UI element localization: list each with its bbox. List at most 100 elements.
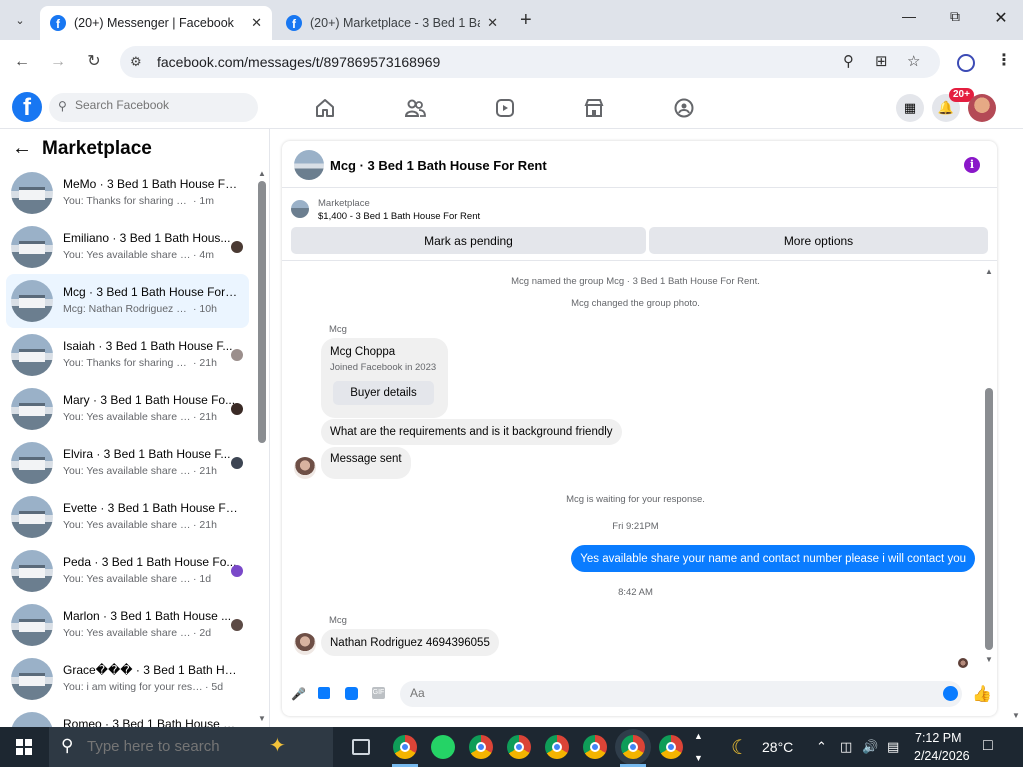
message-input[interactable] (410, 686, 910, 700)
thumbs-up-icon[interactable]: 👍 (972, 684, 992, 704)
tab-search-dropdown-icon[interactable]: ⌄ (8, 8, 32, 32)
groups-icon[interactable] (673, 97, 695, 119)
listing-avatar (11, 550, 53, 592)
browser-menu-icon[interactable]: ⋮ (996, 50, 1012, 70)
account-avatar[interactable] (968, 94, 996, 122)
menu-grid-icon[interactable]: ▦ (896, 94, 924, 122)
site-info-icon[interactable]: ⚙ (130, 54, 142, 70)
taskbar-scroll-up-icon[interactable]: ▲ (694, 731, 703, 741)
more-options-button[interactable]: More options (649, 227, 988, 254)
chat-item[interactable]: MeMo · 3 Bed 1 Bath House For... You: Th… (6, 166, 249, 220)
chat-item[interactable]: Elvira · 3 Bed 1 Bath House F... You: Ye… (6, 436, 249, 490)
chrome-active-icon[interactable] (621, 735, 645, 759)
taskbar-search-input[interactable] (87, 738, 257, 755)
url-text[interactable]: facebook.com/messages/t/897869573168969 (157, 54, 440, 70)
tab-messenger[interactable]: f (20+) Messenger | Facebook ✕ (40, 6, 272, 40)
sender-avatar[interactable] (294, 633, 316, 655)
scroll-up-arrow-icon[interactable]: ▲ (985, 267, 993, 276)
address-bar[interactable]: ⚙ facebook.com/messages/t/89786957316896… (120, 46, 940, 78)
chat-name: Isaiah · 3 Bed 1 Bath House F... (63, 339, 233, 353)
mark-as-pending-button[interactable]: Mark as pending (291, 227, 646, 254)
video-icon[interactable] (494, 97, 516, 119)
chat-item-selected[interactable]: Mcg · 3 Bed 1 Bath House For R... Mcg: N… (6, 274, 249, 328)
chat-item[interactable]: Peda · 3 Bed 1 Bath House Fo... You: Yes… (6, 544, 249, 598)
windows-start-icon[interactable] (16, 739, 32, 755)
volume-icon[interactable]: 🔊 (862, 739, 878, 755)
listing-price-title[interactable]: $1,400 - 3 Bed 1 Bath House For Rent (318, 211, 480, 222)
marketplace-icon[interactable] (583, 97, 605, 119)
facebook-search-input[interactable] (75, 98, 245, 112)
facebook-favicon-icon: f (50, 15, 66, 31)
taskbar-scroll-down-icon[interactable]: ▼ (694, 753, 703, 763)
minimize-icon[interactable]: — (897, 8, 921, 24)
message-input-box[interactable] (400, 681, 962, 707)
chat-item[interactable]: Evette · 3 Bed 1 Bath House For ... You:… (6, 490, 249, 544)
new-tab-button[interactable]: + (520, 9, 532, 32)
facebook-search[interactable]: ⚲ (49, 93, 258, 122)
friends-icon[interactable] (404, 97, 426, 119)
close-tab-icon[interactable]: ✕ (251, 15, 262, 31)
task-view-icon[interactable] (352, 739, 370, 755)
chrome-profile-icon[interactable] (507, 735, 531, 759)
forward-icon[interactable]: → (47, 51, 69, 73)
emoji-icon[interactable] (943, 686, 958, 701)
incoming-message: Nathan Rodriguez 4694396055 (321, 629, 499, 656)
microphone-icon[interactable]: 🎤 (291, 687, 306, 701)
chrome-profile-icon[interactable] (469, 735, 493, 759)
scroll-down-arrow-icon[interactable]: ▼ (985, 655, 993, 664)
chrome-icon[interactable] (393, 735, 417, 759)
buyer-details-button[interactable]: Buyer details (333, 381, 434, 405)
attach-image-icon[interactable] (318, 687, 330, 699)
chat-preview: You: Yes available share your n... (63, 249, 191, 261)
back-icon[interactable]: ← (11, 51, 33, 73)
listing-thumbnail[interactable] (291, 200, 309, 218)
chrome-profile-icon[interactable] (659, 735, 683, 759)
network-icon[interactable]: ▤ (887, 739, 899, 755)
read-receipt-avatar (958, 658, 968, 668)
system-message: Mcg named the group Mcg · 3 Bed 1 Bath H… (511, 276, 760, 287)
chat-item[interactable]: Marlon · 3 Bed 1 Bath House ... You: Yes… (6, 598, 249, 652)
tab-marketplace[interactable]: f (20+) Marketplace - 3 Bed 1 Bath ✕ (276, 6, 508, 40)
weather-temperature[interactable]: 28°C (762, 739, 793, 755)
gif-icon[interactable]: GIF (372, 687, 385, 699)
chrome-profile-icon[interactable] (545, 735, 569, 759)
chat-name: Elvira · 3 Bed 1 Bath House F... (63, 447, 231, 461)
chat-time: · 21h (193, 357, 217, 369)
close-tab-icon[interactable]: ✕ (487, 15, 498, 31)
chat-item[interactable]: Romeo · 3 Bed 1 Bath House Fo... (6, 706, 249, 727)
home-icon[interactable] (314, 97, 336, 119)
chat-item[interactable]: Grace��� · 3 Bed 1 Bath Hous... You: i a… (6, 652, 249, 706)
install-app-icon[interactable]: ⊞ (875, 52, 888, 70)
notifications-center-icon[interactable]: □ (983, 737, 993, 755)
restore-icon[interactable]: ⧉ (943, 8, 967, 25)
conversation-scrollbar[interactable] (985, 388, 993, 650)
sender-avatar[interactable] (294, 457, 316, 479)
reload-icon[interactable]: ↻ (83, 51, 105, 73)
back-arrow-icon[interactable]: ← (12, 137, 32, 160)
show-hidden-icons-chevron[interactable]: ⌃ (816, 739, 827, 755)
bookmark-star-icon[interactable]: ☆ (907, 52, 920, 70)
seen-avatar (231, 241, 243, 253)
sticker-icon[interactable] (345, 687, 358, 700)
page-scroll-down-icon[interactable]: ▼ (1012, 711, 1020, 720)
whatsapp-icon[interactable] (431, 735, 455, 759)
camera-icon[interactable]: ◫ (840, 739, 852, 755)
weather-moon-icon[interactable]: ☾ (731, 735, 749, 760)
chrome-profile-icon[interactable] (583, 735, 607, 759)
chat-item[interactable]: Isaiah · 3 Bed 1 Bath House F... You: Th… (6, 328, 249, 382)
zoom-icon[interactable]: ⚲ (843, 52, 854, 70)
chat-item[interactable]: Mary · 3 Bed 1 Bath House Fo... You: Yes… (6, 382, 249, 436)
close-window-icon[interactable]: ✕ (989, 8, 1013, 28)
info-icon[interactable]: i (964, 157, 980, 173)
sidebar-scrollbar[interactable] (258, 181, 266, 443)
conversation-title[interactable]: Mcg · 3 Bed 1 Bath House For Rent (330, 158, 547, 173)
profile-icon[interactable] (957, 54, 975, 72)
facebook-logo-icon[interactable]: f (12, 92, 42, 122)
clock-time[interactable]: 7:12 PM (915, 731, 962, 745)
scroll-up-arrow-icon[interactable]: ▲ (258, 169, 266, 178)
group-avatar[interactable] (294, 150, 324, 180)
taskbar-search[interactable]: ⚲ ✦ (49, 727, 333, 767)
clock-date[interactable]: 2/24/2026 (914, 749, 970, 763)
chat-item[interactable]: Emiliano · 3 Bed 1 Bath Hous... You: Yes… (6, 220, 249, 274)
scroll-down-arrow-icon[interactable]: ▼ (258, 714, 266, 723)
